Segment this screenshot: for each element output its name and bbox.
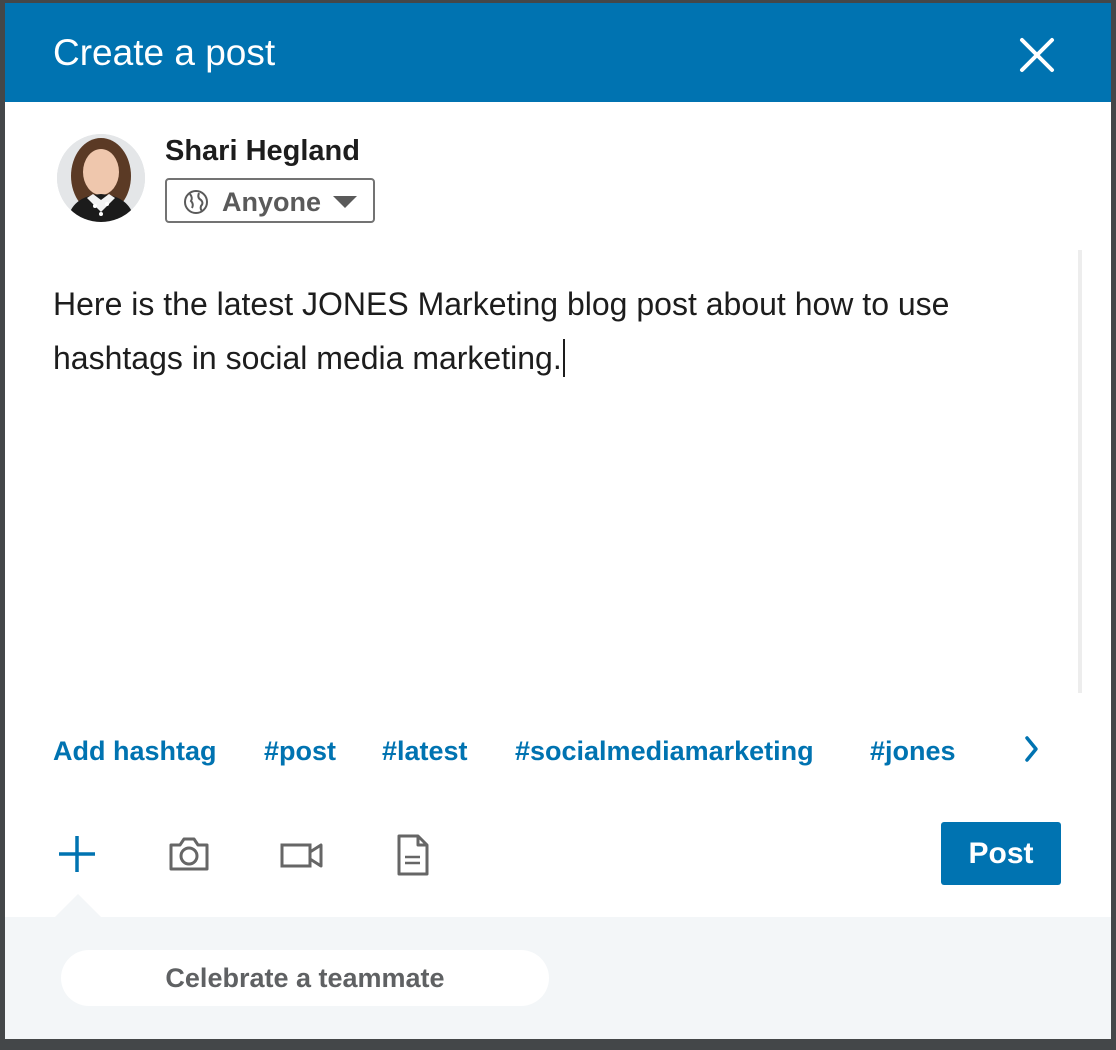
visibility-dropdown[interactable]: Anyone <box>165 178 375 223</box>
text-cursor <box>562 339 565 377</box>
add-photo-button[interactable] <box>167 835 211 873</box>
globe-icon <box>184 190 208 214</box>
close-icon <box>1020 38 1054 72</box>
hashtag-suggestion-jones[interactable]: #jones <box>870 731 956 771</box>
editor-scrollbar[interactable] <box>1078 250 1082 693</box>
video-icon <box>280 843 323 868</box>
more-hashtags-button[interactable] <box>1019 729 1043 769</box>
celebrate-teammate-label: Celebrate a teammate <box>165 963 445 993</box>
close-button[interactable] <box>1013 31 1061 79</box>
post-button[interactable]: Post <box>941 822 1061 885</box>
pointer-arrow <box>54 894 102 918</box>
hashtag-bar: Add hashtag #post #latest #socialmediama… <box>5 731 1111 771</box>
add-video-button[interactable] <box>279 839 325 871</box>
post-text-editor[interactable]: Here is the latest JONES Marketing blog … <box>53 277 1038 687</box>
avatar <box>57 134 145 222</box>
camera-icon <box>169 837 209 871</box>
create-post-modal: Create a post Shari Hegland Anyone Here … <box>5 3 1111 1039</box>
author-name: Shari Hegland <box>165 135 360 167</box>
celebrate-teammate-button[interactable]: Celebrate a teammate <box>61 950 549 1006</box>
plus-icon <box>59 836 95 872</box>
document-icon <box>397 834 429 876</box>
chevron-right-icon <box>1025 736 1038 762</box>
hashtag-suggestion-latest[interactable]: #latest <box>382 731 468 771</box>
hashtag-suggestion-socialmediamarketing[interactable]: #socialmediamarketing <box>515 731 814 771</box>
add-hashtag-button[interactable]: Add hashtag <box>53 731 217 771</box>
post-text: Here is the latest JONES Marketing blog … <box>53 286 950 376</box>
add-document-button[interactable] <box>395 833 431 877</box>
add-content-button[interactable] <box>57 834 97 874</box>
modal-title: Create a post <box>53 32 276 73</box>
hashtag-suggestion-post[interactable]: #post <box>264 731 336 771</box>
modal-header: Create a post <box>5 3 1111 102</box>
visibility-label: Anyone <box>222 187 322 217</box>
caret-down-icon <box>333 196 357 208</box>
